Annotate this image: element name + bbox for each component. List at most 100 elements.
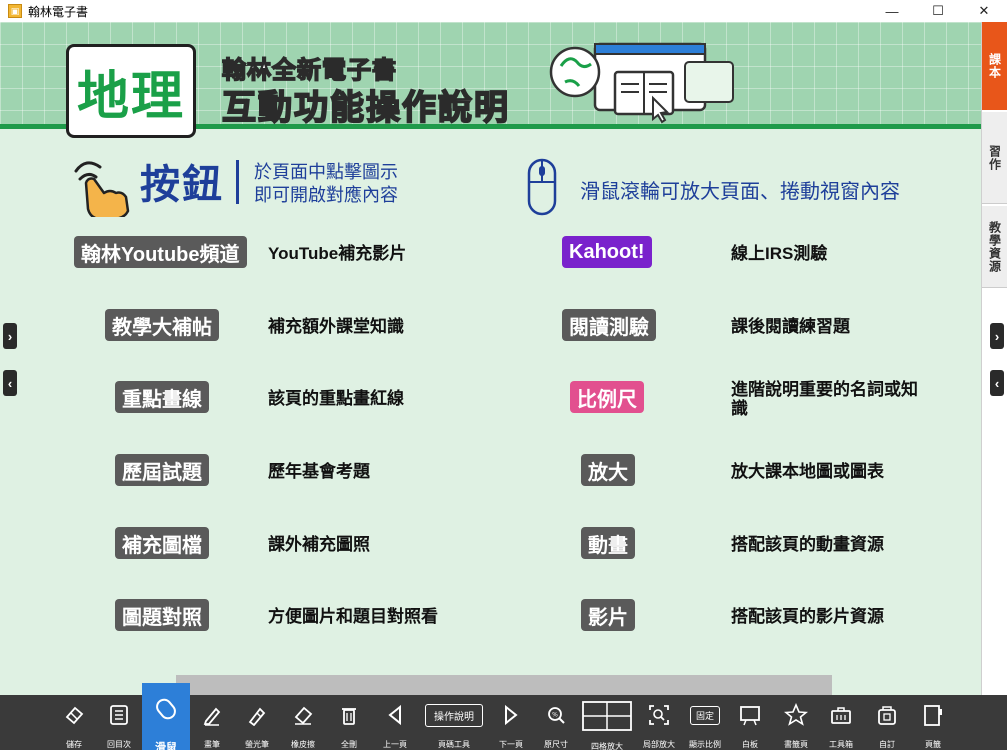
- teaching-tips-badge[interactable]: 教學大補帖: [105, 309, 219, 341]
- reading-test-badge[interactable]: 閱讀測驗: [562, 309, 656, 341]
- pen-icon: [201, 703, 223, 727]
- mouse-tool[interactable]: 滑鼠: [142, 683, 190, 754]
- prev-page-label: 上一頁: [383, 740, 407, 749]
- page-tool[interactable]: 操作說明 頁碼工具: [419, 695, 489, 750]
- clear-all-label: 全刪: [341, 740, 357, 749]
- pen-tool[interactable]: 畫筆: [192, 695, 232, 750]
- mouse-section-text: 滑鼠滾輪可放大頁面、捲動視窗內容: [580, 181, 900, 203]
- page-tool-label: 頁碼工具: [438, 740, 470, 749]
- display-ratio-tool[interactable]: 固定 顯示比例: [683, 695, 727, 750]
- four-grid-tool[interactable]: 四格放大: [581, 695, 633, 751]
- four-grid-icon: [582, 701, 632, 731]
- original-size-label: 原尺寸: [544, 740, 568, 749]
- toolbox-icon: [830, 703, 852, 727]
- highlighter-label: 螢光筆: [245, 740, 269, 749]
- extra-images-desc: 課外補充圖照: [268, 535, 370, 554]
- kahoot-desc: 線上IRS測驗: [731, 244, 828, 263]
- display-ratio-label: 顯示比例: [689, 740, 721, 749]
- eraser-tool[interactable]: 橡皮擦: [283, 695, 323, 750]
- highlighter-tool[interactable]: 螢光筆: [237, 695, 277, 750]
- teaching-tips-desc: 補充額外課堂知識: [268, 317, 404, 336]
- toolbox-tool[interactable]: 工具箱: [821, 695, 861, 750]
- right-next-arrow[interactable]: ›: [990, 323, 1004, 349]
- prev-page-icon: [384, 703, 406, 727]
- custom-icon: [876, 703, 898, 727]
- tab-teaching-resources[interactable]: 教學資源: [982, 206, 1007, 288]
- minimize-button[interactable]: —: [869, 0, 915, 22]
- buttons-section-title: 按鈕: [140, 163, 224, 207]
- subject-label: 地理: [76, 67, 185, 126]
- page-scroll-area[interactable]: [176, 675, 832, 695]
- display-ratio-icon: 固定: [689, 703, 720, 727]
- youtube-channel-desc: YouTube補充影片: [268, 244, 407, 263]
- side-tab-panel: 課本 習作 教學資源: [981, 22, 1007, 695]
- subject-box: 地理: [66, 44, 196, 138]
- animation-desc: 搭配該頁的動畫資源: [731, 535, 884, 554]
- scale-badge[interactable]: 比例尺: [570, 381, 644, 413]
- next-page-tool[interactable]: 下一頁: [491, 695, 531, 750]
- trash-icon: [338, 703, 360, 727]
- eraser-label: 橡皮擦: [291, 740, 315, 749]
- zoom-area-tool[interactable]: 局部放大: [637, 695, 681, 750]
- page-tab-label: 頁籤: [925, 740, 941, 749]
- right-prev-arrow[interactable]: ‹: [990, 370, 1004, 396]
- bookmark-star-icon: [784, 703, 808, 727]
- left-next-arrow[interactable]: ›: [3, 323, 17, 349]
- page-tab-icon: [922, 703, 944, 727]
- zoom-area-label: 局部放大: [643, 740, 675, 749]
- video-desc: 搭配該頁的影片資源: [731, 607, 884, 626]
- clear-all-tool[interactable]: 全刪: [329, 695, 369, 750]
- left-prev-arrow[interactable]: ‹: [3, 370, 17, 396]
- whiteboard-tool[interactable]: 白板: [730, 695, 770, 750]
- image-question-badge[interactable]: 圖題對照: [115, 599, 209, 631]
- maximize-button[interactable]: ☐: [915, 0, 961, 22]
- fixed-ratio-box: 固定: [689, 705, 720, 725]
- bottom-toolbar: 儲存 回目次 滑鼠 畫筆 螢光筆 橡皮擦 全刪 上一頁 操作說明 頁碼工具 下一…: [0, 683, 1007, 754]
- window-title: 翰林電子書: [28, 4, 89, 19]
- toc-tool[interactable]: 回目次: [99, 695, 139, 750]
- page-tab-tool[interactable]: 頁籤: [913, 695, 953, 750]
- youtube-channel-badge[interactable]: 翰林Youtube頻道: [74, 236, 247, 268]
- toc-label: 回目次: [107, 740, 131, 749]
- key-highlight-badge[interactable]: 重點畫線: [115, 381, 209, 413]
- bookmark-tool[interactable]: 書籤頁: [775, 695, 817, 750]
- toolbox-label: 工具箱: [829, 740, 853, 749]
- zoom-desc: 放大課本地圖或圖表: [731, 462, 884, 481]
- whiteboard-label: 白板: [742, 740, 758, 749]
- app-icon: ▣: [8, 4, 22, 18]
- mouse-wheel-icon: [527, 158, 557, 216]
- page-tool-icon: 操作說明: [425, 703, 483, 727]
- video-badge[interactable]: 影片: [581, 599, 635, 631]
- header-title: 互動功能操作說明: [221, 88, 510, 128]
- book-page: 地理 翰林全新電子書 互動功能操作說明 按鈕 於頁面中點擊圖示 即可開啟對應內容…: [0, 22, 981, 695]
- save-label: 儲存: [66, 740, 82, 749]
- zoom-area-icon: [648, 703, 670, 727]
- whiteboard-icon: [739, 703, 761, 727]
- section-divider: [236, 160, 239, 204]
- reading-test-desc: 課後閱讀練習題: [731, 317, 850, 336]
- past-exams-badge[interactable]: 歷屆試題: [115, 454, 209, 486]
- bookmark-label: 書籤頁: [784, 740, 808, 749]
- original-size-tool[interactable]: % 原尺寸: [536, 695, 576, 750]
- tab-textbook[interactable]: 課本: [982, 22, 1007, 110]
- custom-tool[interactable]: 自訂: [867, 695, 907, 750]
- extra-images-badge[interactable]: 補充圖檔: [115, 527, 209, 559]
- save-tool[interactable]: 儲存: [54, 695, 94, 750]
- operation-guide-box: 操作說明: [425, 703, 483, 727]
- title-bar: ▣ 翰林電子書 — ☐ ✕: [0, 0, 1007, 22]
- zoom-badge[interactable]: 放大: [581, 454, 635, 486]
- animation-badge[interactable]: 動畫: [581, 527, 635, 559]
- mouse-pointer-icon: [154, 697, 178, 721]
- kahoot-badge[interactable]: Kahoot!: [562, 236, 652, 268]
- mouse-label: 滑鼠: [155, 742, 177, 754]
- eraser-icon: [292, 703, 314, 727]
- close-button[interactable]: ✕: [961, 0, 1007, 22]
- toc-icon: [108, 703, 130, 727]
- custom-label: 自訂: [879, 740, 895, 749]
- save-icon: [63, 703, 85, 727]
- tab-workbook[interactable]: 習作: [982, 112, 1007, 204]
- ebook-illustration-icon: [549, 42, 734, 124]
- scale-desc: 進階說明重要的名詞或知識: [731, 380, 918, 418]
- past-exams-desc: 歷年基會考題: [268, 462, 370, 481]
- prev-page-tool[interactable]: 上一頁: [375, 695, 415, 750]
